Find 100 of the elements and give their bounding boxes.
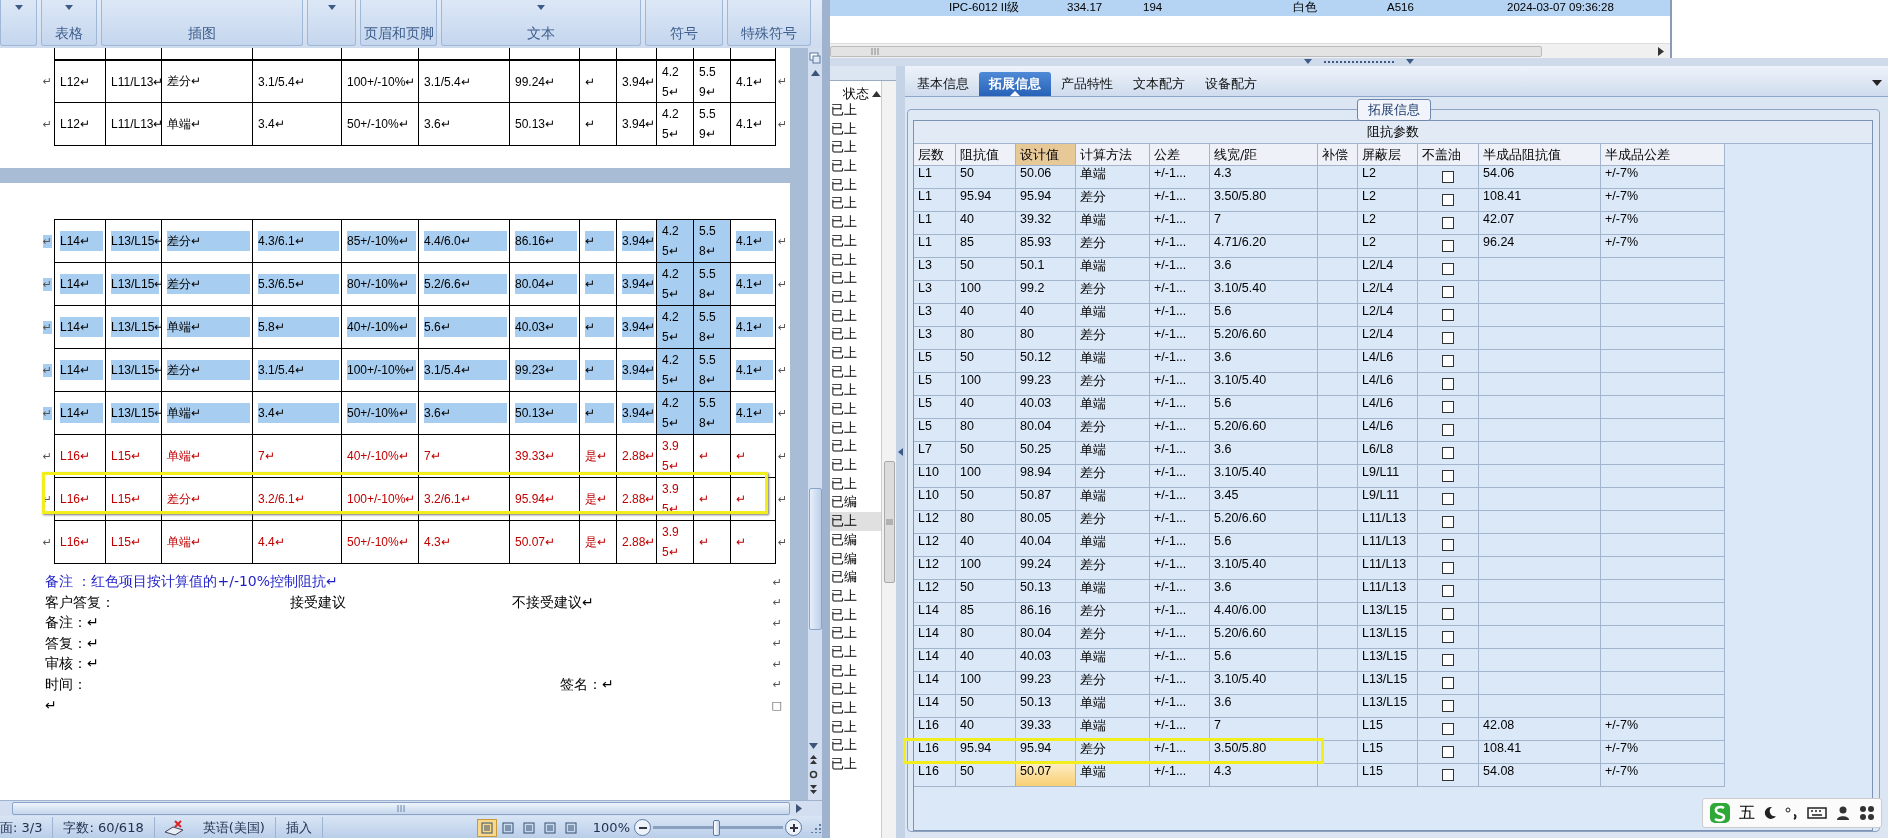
grid-cell[interactable]: 50 xyxy=(956,166,1016,189)
grid-cell[interactable] xyxy=(1318,649,1358,672)
list-item[interactable]: 已上 xyxy=(830,642,881,662)
column-header[interactable]: 公差 xyxy=(1150,144,1210,166)
column-header[interactable]: 计算方法 xyxy=(1076,144,1150,166)
grid-cell[interactable] xyxy=(1601,557,1725,580)
grid-cell[interactable]: 40 xyxy=(1016,304,1076,327)
grid-cell[interactable] xyxy=(1601,419,1725,442)
grid-cell[interactable] xyxy=(1318,580,1358,603)
grid-cell[interactable]: L15 xyxy=(1358,764,1418,787)
grid-cell[interactable] xyxy=(1601,626,1725,649)
grid-cell[interactable]: 3.45 xyxy=(1210,488,1318,511)
grid-cell[interactable]: 单端 xyxy=(1076,258,1150,281)
grid-cell[interactable]: 单端 xyxy=(1076,442,1150,465)
list-item[interactable]: 已上 xyxy=(830,231,881,251)
grid-cell[interactable]: 差分 xyxy=(1076,327,1150,350)
grid-cell[interactable]: +/-7% xyxy=(1601,741,1725,764)
grid-cell[interactable]: 3.10/5.40 xyxy=(1210,557,1318,580)
grid-cell[interactable] xyxy=(1601,488,1725,511)
grid-cell[interactable]: 单端 xyxy=(1076,534,1150,557)
checkbox[interactable] xyxy=(1442,493,1454,505)
grid-cell[interactable]: 50 xyxy=(956,350,1016,373)
grid-cell[interactable]: +/-7% xyxy=(1601,764,1725,787)
grid-cell[interactable]: L11/L13 xyxy=(1358,511,1418,534)
grid-cell[interactable]: +/-1... xyxy=(1150,718,1210,741)
grid-cell[interactable]: 50 xyxy=(956,580,1016,603)
grid-cell[interactable]: 5.20/6.60 xyxy=(1210,626,1318,649)
grid-cell[interactable]: L4/L6 xyxy=(1358,419,1418,442)
grid-cell[interactable]: L2 xyxy=(1358,166,1418,189)
grid-cell[interactable]: 差分 xyxy=(1076,557,1150,580)
grid-cell[interactable]: 95.94 xyxy=(956,189,1016,212)
scroll-right-arrow-icon[interactable] xyxy=(796,804,802,813)
grid-cell[interactable]: 39.33 xyxy=(1016,718,1076,741)
resize-grip-icon[interactable] xyxy=(810,821,822,834)
grid-cell[interactable]: L14 xyxy=(914,672,956,695)
grid-cell[interactable] xyxy=(1318,488,1358,511)
grid-cell[interactable]: 95.94 xyxy=(956,741,1016,764)
checkbox[interactable] xyxy=(1442,562,1454,574)
grid-cell[interactable] xyxy=(1479,327,1601,350)
grid-cell[interactable] xyxy=(1479,419,1601,442)
grid-cell[interactable]: 99.2 xyxy=(1016,281,1076,304)
dropdown-caret-icon[interactable] xyxy=(14,5,23,10)
column-header[interactable]: 阻抗值 xyxy=(956,144,1016,166)
grid-cell[interactable]: 差分 xyxy=(1076,511,1150,534)
list-item[interactable]: 已上 xyxy=(830,456,881,475)
grid-cell[interactable]: +/-1... xyxy=(1150,350,1210,373)
grid-cell[interactable]: 3.6 xyxy=(1210,580,1318,603)
list-item[interactable]: 已编 xyxy=(830,493,881,513)
grid-cell[interactable]: 80.05 xyxy=(1016,511,1076,534)
grid-cell[interactable]: 5.6 xyxy=(1210,534,1318,557)
grid-cell[interactable]: L13/L15 xyxy=(1358,695,1418,718)
grid-cell[interactable]: 86.16 xyxy=(1016,603,1076,626)
grid-cell[interactable] xyxy=(1601,465,1725,488)
list-item[interactable]: 已上 xyxy=(830,474,881,494)
grid-icon[interactable] xyxy=(1859,805,1875,821)
grid-cell[interactable]: 85 xyxy=(956,235,1016,258)
grid-cell[interactable]: 7 xyxy=(1210,718,1318,741)
split-view-icon[interactable] xyxy=(809,52,821,64)
grid-cell[interactable]: 40 xyxy=(956,534,1016,557)
grid-cell[interactable]: 50.13 xyxy=(1016,580,1076,603)
grid-cell[interactable] xyxy=(1318,695,1358,718)
grid-cell[interactable]: 80.04 xyxy=(1016,626,1076,649)
grid-cell[interactable] xyxy=(1318,189,1358,212)
collapse-arrow-icon[interactable] xyxy=(898,448,903,456)
grid-cell[interactable] xyxy=(1479,488,1601,511)
grid-cell[interactable]: 100 xyxy=(956,672,1016,695)
grid-cell[interactable] xyxy=(1318,373,1358,396)
list-item[interactable]: 已上 xyxy=(830,512,881,531)
tab[interactable]: 拓展信息 xyxy=(979,72,1051,96)
list-item[interactable]: 已上 xyxy=(830,400,881,419)
grid-cell[interactable]: 差分 xyxy=(1076,419,1150,442)
view-button[interactable] xyxy=(476,818,497,837)
scroll-down-arrow-icon[interactable] xyxy=(809,743,818,749)
list-item[interactable]: 已编 xyxy=(830,568,881,587)
grid-cell[interactable] xyxy=(1479,442,1601,465)
list-item[interactable]: 已上 xyxy=(830,343,881,363)
grid-cell[interactable]: 50 xyxy=(956,442,1016,465)
grid-cell[interactable]: +/-1... xyxy=(1150,373,1210,396)
list-item[interactable]: 已上 xyxy=(830,717,881,737)
grid-cell[interactable]: +/-1... xyxy=(1150,511,1210,534)
grid-cell[interactable]: +/-1... xyxy=(1150,281,1210,304)
proofing-icon[interactable] xyxy=(162,819,185,836)
grid-cell[interactable]: 100 xyxy=(956,281,1016,304)
grid-cell[interactable]: 差分 xyxy=(1076,603,1150,626)
scrollbar-thumb[interactable] xyxy=(809,488,822,630)
list-item[interactable]: 已上 xyxy=(830,119,881,139)
grid-cell[interactable]: 4.40/6.00 xyxy=(1210,603,1318,626)
list-item[interactable]: 已上 xyxy=(830,138,881,158)
grid-cell[interactable] xyxy=(1479,580,1601,603)
checkbox[interactable] xyxy=(1442,470,1454,482)
grid-cell[interactable]: 50.07 xyxy=(1016,764,1076,787)
grid-cell[interactable] xyxy=(1479,557,1601,580)
grid-cell[interactable]: L13/L15 xyxy=(1358,626,1418,649)
grid-cell[interactable]: L4/L6 xyxy=(1358,396,1418,419)
grid-cell[interactable] xyxy=(1318,557,1358,580)
scroll-right-arrow-icon[interactable] xyxy=(1658,46,1664,56)
grid-cell[interactable]: 差分 xyxy=(1076,672,1150,695)
grid-cell[interactable]: 40 xyxy=(956,649,1016,672)
grid-cell[interactable]: L2/L4 xyxy=(1358,327,1418,350)
language-status[interactable]: 英语(美国) xyxy=(192,817,276,838)
